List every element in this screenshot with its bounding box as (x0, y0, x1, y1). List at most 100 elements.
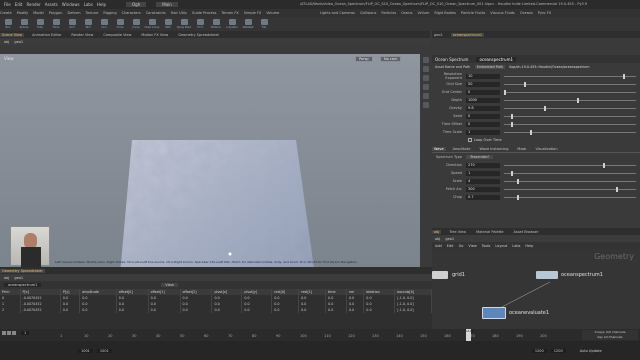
tool-8[interactable]: Curve (128, 19, 144, 29)
slider-handle[interactable] (517, 178, 520, 184)
tool-12[interactable]: Font (192, 19, 208, 29)
play-back-icon[interactable] (2, 331, 6, 335)
right-shelf-tab-3[interactable]: Grains (401, 11, 412, 15)
param-value-field[interactable]: 4 (466, 178, 500, 184)
viewport-tab-5[interactable]: Geometry Spreadsheet (176, 33, 221, 37)
shelf-tab-0[interactable]: Create (0, 11, 12, 15)
param-value-field[interactable]: 300 (466, 186, 500, 192)
subtab-wave[interactable]: Wave (432, 147, 446, 151)
camera-icon[interactable] (423, 93, 429, 99)
param-slider[interactable] (504, 186, 636, 192)
menu-edit[interactable]: Edit (15, 2, 23, 7)
menu-file[interactable]: File (4, 2, 11, 7)
param-value-field[interactable]: 0.7 (466, 194, 500, 200)
shelf-tab-5[interactable]: Texture (86, 11, 99, 15)
oceanevaluate1-node-body[interactable] (482, 307, 506, 319)
shelf-tab-9[interactable]: Hair Utils (171, 11, 187, 15)
param-value-field[interactable]: 1000 (466, 97, 500, 103)
param-slider[interactable] (504, 162, 636, 168)
tab-oceanspectrum1[interactable]: oceanspectrum1 (450, 32, 485, 37)
subtab-wave-instancing[interactable]: Wave Instancing (478, 147, 511, 151)
tool-4[interactable]: Grid (64, 19, 80, 29)
net-menu-help[interactable]: Help (525, 244, 533, 248)
ss-path-geo[interactable]: geo1 (14, 276, 23, 280)
shelf-tab-1[interactable]: Modify (17, 11, 29, 15)
subtab-amplitude[interactable]: Amplitude (451, 147, 473, 151)
menu-labs[interactable]: Labs (84, 2, 93, 7)
param-slider[interactable] (504, 121, 636, 127)
loop-checkbox[interactable] (468, 138, 472, 142)
key-all-button[interactable]: Key All Channels (582, 335, 638, 340)
tab-geometry-spreadsheet[interactable]: Geometry Spreadsheet (0, 268, 45, 273)
tool-0[interactable]: Box (0, 19, 16, 29)
slider-handle[interactable] (504, 89, 506, 95)
param-slider[interactable] (504, 129, 636, 135)
viewport-tab-1[interactable]: Animation Editor (30, 33, 63, 37)
slider-handle[interactable] (530, 129, 533, 135)
tool-9[interactable]: Draw Curve (144, 19, 160, 29)
tab-tree-view[interactable]: Tree View (447, 230, 468, 234)
desktop-select[interactable]: Ogh (126, 2, 147, 7)
net-menu-go[interactable]: Go (459, 244, 464, 248)
node-grid1[interactable]: grid1 (432, 271, 465, 279)
right-shelf-tab-2[interactable]: Particles (381, 11, 396, 15)
slider-handle[interactable] (616, 186, 619, 192)
slider-handle[interactable] (576, 97, 579, 103)
node-oceanspectrum1[interactable]: oceanspectrum1 (536, 271, 603, 279)
shelf-tab-6[interactable]: Rigging (103, 11, 116, 15)
shelf-tab-11[interactable]: Terrain FX (221, 11, 238, 15)
tool-15[interactable]: Metaball (240, 19, 256, 29)
timeline-marker[interactable]: 1190 (466, 329, 474, 341)
node-name-field[interactable]: oceanspectrum1 (476, 56, 517, 62)
shelf-tab-13[interactable]: Volume (266, 11, 279, 15)
net-menu-view[interactable]: View (468, 244, 476, 248)
param-slider[interactable] (504, 113, 636, 119)
oceanspectrum1-node-body[interactable] (536, 271, 558, 279)
node-oceanevaluate1[interactable]: oceanevaluate1 (482, 307, 549, 319)
slider-handle[interactable] (510, 113, 513, 119)
param-slider[interactable] (504, 73, 636, 79)
net-path-geo[interactable]: geo1 (445, 237, 454, 241)
right-shelf-tab-7[interactable]: Viscous Fluids (490, 11, 515, 15)
right-shelf-tab-9[interactable]: Pyro FX (538, 11, 551, 15)
subtab-mask[interactable]: Mask (515, 147, 528, 151)
grid-icon[interactable] (423, 102, 429, 108)
slider-handle[interactable] (543, 105, 546, 111)
param-value-field[interactable]: 10 (466, 73, 500, 79)
param-slider[interactable] (504, 178, 636, 184)
right-shelf-tab-5[interactable]: Rigid Bodies (434, 11, 456, 15)
shelf-tab-7[interactable]: Characters (122, 11, 141, 15)
menu-help[interactable]: Help (97, 2, 106, 7)
ss-path-obj[interactable]: obj (4, 276, 9, 280)
display-option-icon[interactable] (423, 57, 429, 63)
asset-type-select[interactable]: Embedded Path (475, 64, 506, 69)
right-shelf-tab-8[interactable]: Oceans (520, 11, 533, 15)
net-menu-tools[interactable]: Tools (482, 244, 491, 248)
slider-handle[interactable] (517, 194, 520, 200)
play-forward-icon[interactable] (12, 331, 16, 335)
param-slider[interactable] (504, 89, 636, 95)
tool-11[interactable]: Spray Paint (176, 19, 192, 29)
build-select[interactable]: Main (156, 2, 178, 7)
param-value-field[interactable]: 0 (466, 113, 500, 119)
shelf-tab-12[interactable]: Simple FX (244, 11, 261, 15)
shelf-tab-3[interactable]: Polygon (49, 11, 63, 15)
stop-icon[interactable] (7, 331, 11, 335)
tool-1[interactable]: Sphere (16, 19, 32, 29)
grid1-node-body[interactable] (432, 271, 448, 279)
ss-view-select[interactable]: View (161, 283, 178, 287)
auto-update-label[interactable]: Auto Update (580, 349, 602, 353)
tool-7[interactable]: Circle (112, 19, 128, 29)
shelf-tab-2[interactable]: Model (33, 11, 44, 15)
param-value-field[interactable]: 270 (466, 162, 500, 168)
net-path-obj[interactable]: obj (435, 237, 440, 241)
param-value-field[interactable]: 1 (466, 170, 500, 176)
tab-geo1[interactable]: geo1 (432, 33, 445, 37)
tab-asset-browser[interactable]: Asset Browser (512, 230, 541, 234)
path-geo[interactable]: geo1 (14, 40, 23, 44)
tool-14[interactable]: L-System (224, 19, 240, 29)
range-start-field[interactable]: 1001 (78, 348, 93, 353)
tool-13[interactable]: Platonic (208, 19, 224, 29)
param-slider[interactable] (504, 81, 636, 87)
right-shelf-tab-1[interactable]: Collisions (360, 11, 376, 15)
